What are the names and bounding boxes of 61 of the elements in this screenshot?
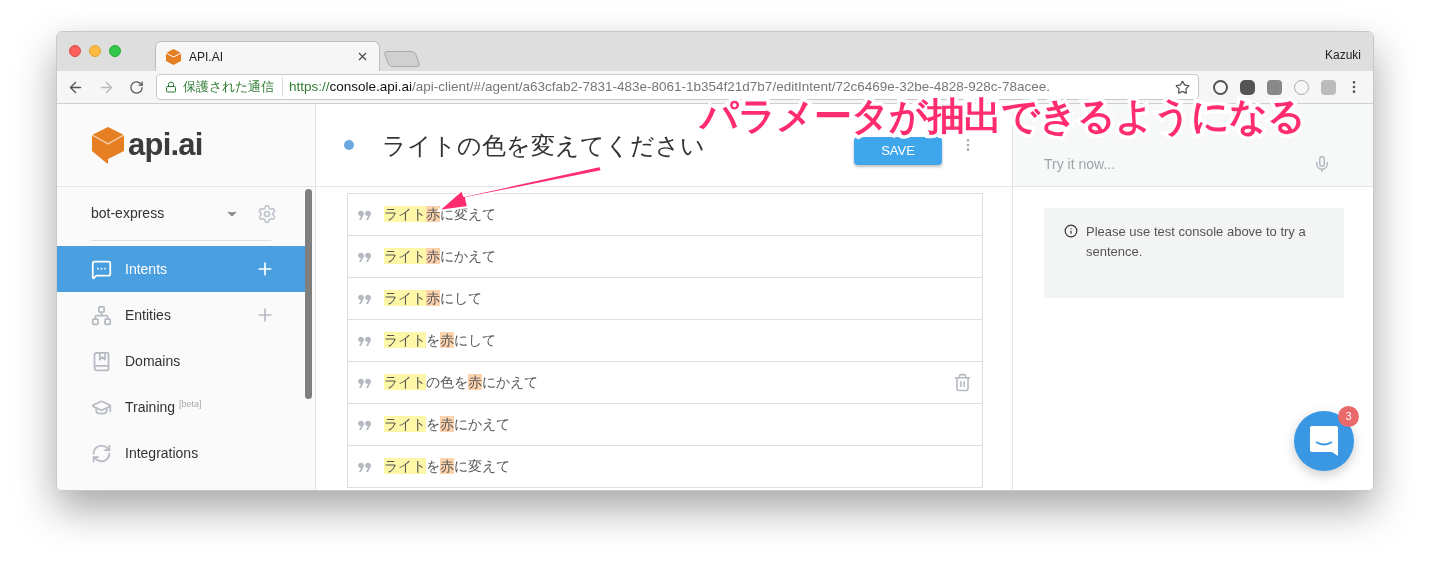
extension-icon[interactable] [1240,79,1255,95]
nav-item[interactable]: Entities [57,292,305,338]
reload-icon[interactable] [129,79,144,95]
example-row[interactable]: ライト を赤に変えて [348,446,982,488]
example-row[interactable]: ライト赤にかえて [348,236,982,278]
info-text: Please use test console above to try a sentence. [1086,223,1307,261]
security-label: 保護された通信 [183,77,283,97]
quote-icon [358,377,371,388]
tab-title: API.AI [189,48,224,66]
info-icon [1064,224,1078,238]
quote-icon [358,335,371,346]
quote-icon [358,251,371,262]
nav-item[interactable]: Domains [57,338,305,384]
example-text: ライト を赤にかえて [384,415,511,434]
quote-icon [358,461,371,472]
bookmark-star-icon[interactable] [1175,79,1190,95]
minimize-window-button[interactable] [89,45,101,57]
browser-tab[interactable]: API.AI [155,41,380,71]
book-icon [91,350,112,372]
quote-icon [358,293,371,304]
quote-icon [358,209,371,220]
extension-icon[interactable] [1267,79,1282,95]
test-input-field[interactable]: Try it now... [1044,153,1313,175]
chat-bubble-icon [1310,426,1338,456]
extension-icon[interactable] [1213,79,1228,95]
annotation-text: パラメータが抽出できるようになる [700,97,1305,135]
nav-label: Intents [125,259,169,279]
profile-name[interactable]: Kazuki [1324,46,1361,64]
example-row[interactable]: ライト赤にして [348,278,982,320]
hierarchy-icon [91,304,112,326]
close-tab-icon[interactable] [356,50,369,63]
nav-label: Training $^{[beta]}$ [125,397,203,417]
example-text: ライト を赤に変えて [384,457,511,476]
url-text: https://console.api.ai/api-client/#/agent/a63cfab2-7831-483e-8061-1b354f21d7b7/editIntent/72c6469e-32be-4828-928c-78acee. [289,77,1052,96]
agent-name[interactable]: bot-express [91,203,225,224]
nav-label: Entities [125,305,172,325]
nav-label: Domains [125,351,182,371]
nav-item[interactable]: Integrations [57,430,305,476]
nav-label: Integrations [125,443,200,463]
delete-icon[interactable] [953,373,972,392]
close-window-button[interactable] [69,45,81,57]
scrollbar[interactable] [305,189,312,399]
example-row[interactable]: ライトの色を赤にかえて [348,362,982,404]
example-row[interactable]: ライト を赤にして [348,320,982,362]
cube-icon [166,48,181,65]
quote-icon [358,419,371,430]
settings-icon[interactable] [257,203,277,224]
logo-text: api.ai [128,125,203,164]
nav-item[interactable]: Training $^{[beta]}$ [57,384,305,430]
maximize-window-button[interactable] [109,45,121,57]
new-tab-button[interactable] [383,51,421,67]
logo-icon [92,126,124,164]
chat-icon [91,258,112,280]
lock-icon [165,81,177,93]
example-text: ライト赤にかえて [384,247,497,266]
example-text: ライト赤にして [384,289,483,308]
example-row[interactable]: ライト を赤にかえて [348,404,982,446]
microphone-icon[interactable] [1313,155,1331,173]
example-text: ライトの色を赤にかえて [384,373,539,392]
sync-icon [91,442,112,464]
example-text: ライト を赤にして [384,331,497,350]
